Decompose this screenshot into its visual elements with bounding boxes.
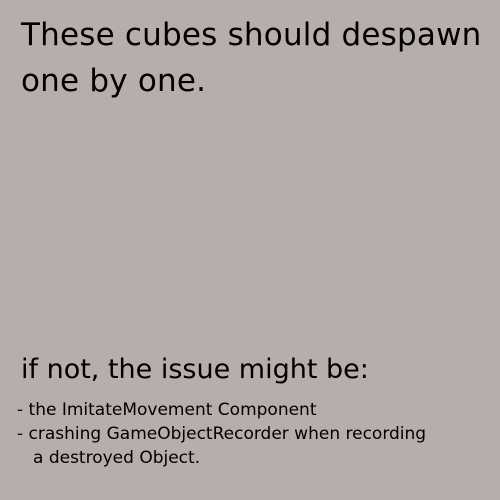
instruction-headline: These cubes should despawn one by one. xyxy=(21,12,491,104)
headline-line-2: one by one. xyxy=(21,63,207,99)
issue-item-text: - the ImitateMovement Component xyxy=(17,400,317,420)
issue-item-text: - crashing GameObjectRecorder when recor… xyxy=(17,424,427,444)
issue-item-imitate-movement: - the ImitateMovement Component xyxy=(17,398,495,422)
issue-list: - the ImitateMovement Component - crashi… xyxy=(17,398,495,470)
issue-item-continuation: a destroyed Object. xyxy=(33,448,201,468)
issue-item-recorder-crash: - crashing GameObjectRecorder when recor… xyxy=(17,422,495,470)
headline-line-1: These cubes should despawn xyxy=(21,17,482,53)
issue-heading: if not, the issue might be: xyxy=(21,354,369,385)
game-view: These cubes should despawn one by one. i… xyxy=(0,0,500,500)
